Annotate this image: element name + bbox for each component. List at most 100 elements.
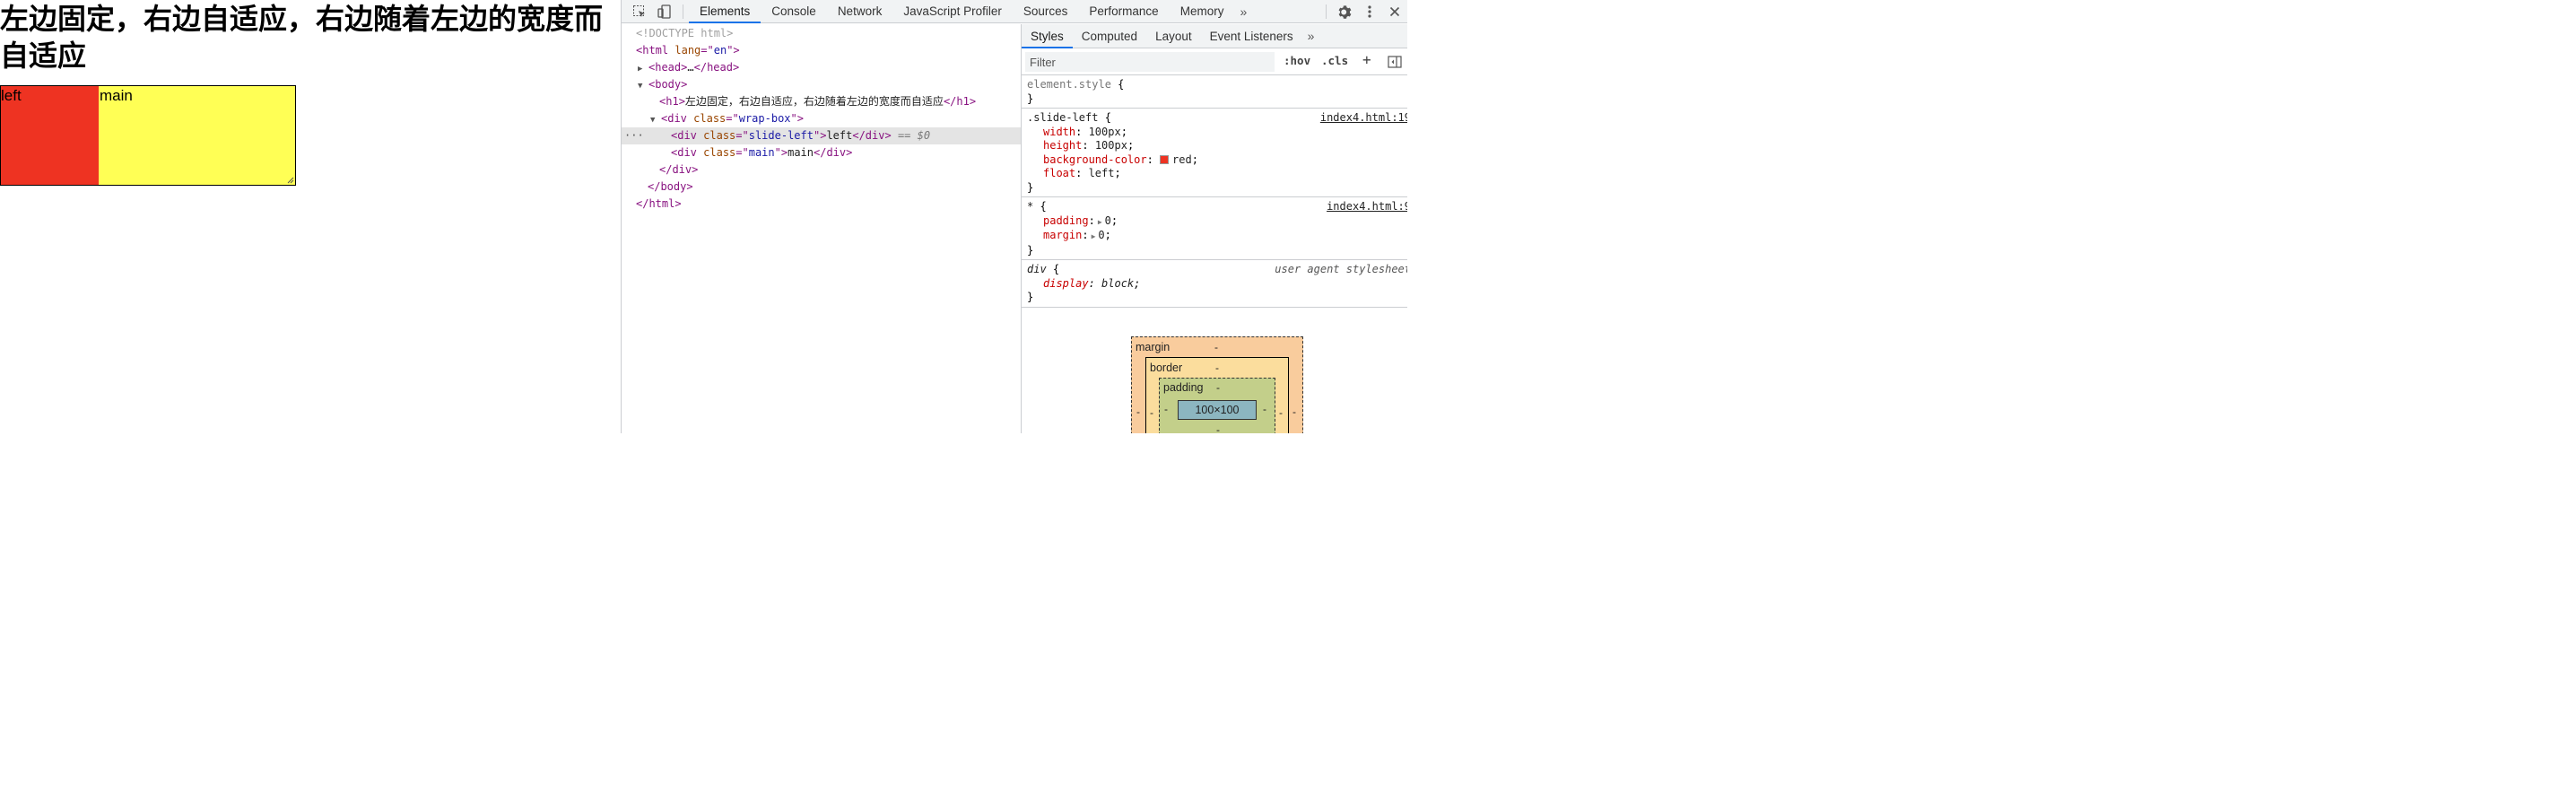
dom-line-doctype[interactable]: <!DOCTYPE html> bbox=[622, 25, 1021, 42]
rule-div-user-agent[interactable]: div { user agent stylesheet display: blo… bbox=[1022, 260, 1407, 308]
color-swatch-icon[interactable] bbox=[1160, 154, 1170, 164]
dom-line-div-close[interactable]: </div> bbox=[622, 161, 1021, 179]
new-rule-button[interactable]: + bbox=[1362, 51, 1371, 68]
dom-line-html[interactable]: <html lang="en"> bbox=[622, 42, 1021, 59]
toolbar-divider-right bbox=[1326, 4, 1327, 19]
wrap-class-value: wrap-box bbox=[738, 112, 791, 125]
rule-selector: element.style bbox=[1027, 78, 1111, 91]
tab-console[interactable]: Console bbox=[761, 0, 827, 23]
css-property[interactable]: background-color: red; bbox=[1027, 153, 1402, 168]
css-property[interactable]: width: 100px; bbox=[1027, 126, 1402, 140]
css-property[interactable]: margin: ▶ 0; bbox=[1027, 229, 1402, 244]
box-model-padding[interactable]: padding - - - - 100×100 bbox=[1159, 378, 1275, 433]
main-box: main bbox=[100, 87, 133, 104]
tab-event-listeners[interactable]: Event Listeners bbox=[1201, 24, 1302, 48]
tab-memory[interactable]: Memory bbox=[1170, 0, 1235, 23]
wrap-box: left main bbox=[0, 85, 296, 186]
slide-text: left bbox=[826, 129, 853, 142]
tab-sources[interactable]: Sources bbox=[1013, 0, 1079, 23]
expand-triangle-icon[interactable]: ▶ bbox=[1092, 232, 1096, 240]
tab-network[interactable]: Network bbox=[827, 0, 893, 23]
dom-line-html-close[interactable]: </html> bbox=[622, 196, 1021, 213]
div-tag: div bbox=[677, 129, 697, 142]
expand-triangle-icon[interactable]: ▶ bbox=[1098, 218, 1102, 226]
margin-label: margin bbox=[1136, 341, 1171, 353]
tab-computed[interactable]: Computed bbox=[1073, 24, 1146, 48]
dom-line-body[interactable]: ▼ <body> bbox=[622, 76, 1021, 93]
css-property[interactable]: float: left; bbox=[1027, 167, 1402, 181]
h1-close-tag: h1 bbox=[956, 95, 970, 108]
h1-text: 左边固定，右边自适应，右边随着左边的宽度而自适应 bbox=[684, 95, 944, 108]
rule-slide-left[interactable]: .slide-left { index4.html:19 width: 100p… bbox=[1022, 109, 1407, 197]
selected-marker: == $0 bbox=[897, 129, 931, 142]
page-heading: 左边固定，右边自适应，右边随着左边的宽度而自适应 bbox=[0, 2, 604, 73]
inspect-icon[interactable] bbox=[627, 0, 652, 23]
padding-top-value[interactable]: - bbox=[1216, 381, 1220, 394]
box-model-margin[interactable]: margin - - - border - - - padding - - - … bbox=[1131, 336, 1303, 433]
main-text: main bbox=[788, 146, 814, 159]
filter-row: :hov .cls + bbox=[1022, 48, 1407, 75]
more-tabs-button[interactable]: » bbox=[1234, 4, 1252, 19]
close-icon[interactable] bbox=[1382, 0, 1407, 23]
rule-source-link[interactable]: index4.html:19 bbox=[1320, 111, 1407, 126]
device-toggle-icon[interactable] bbox=[652, 0, 677, 23]
styles-pane: Styles Computed Layout Event Listeners »… bbox=[1021, 24, 1407, 433]
main-class-value: main bbox=[748, 146, 775, 159]
margin-top-value[interactable]: - bbox=[1214, 341, 1218, 353]
border-left-value[interactable]: - bbox=[1150, 406, 1153, 419]
dom-line-body-close[interactable]: </body> bbox=[622, 179, 1021, 196]
lang-attr: lang bbox=[674, 44, 701, 57]
gear-icon[interactable] bbox=[1332, 0, 1357, 23]
kebab-menu-icon[interactable] bbox=[1357, 0, 1382, 23]
rule-source-link[interactable]: index4.html:9 bbox=[1327, 200, 1407, 214]
tab-performance[interactable]: Performance bbox=[1078, 0, 1169, 23]
slide-class-value: slide-left bbox=[748, 129, 814, 142]
slide-left-box: left bbox=[1, 86, 99, 185]
page-preview: 左边固定，右边自适应，右边随着左边的宽度而自适应 left main bbox=[0, 0, 621, 433]
border-label: border bbox=[1150, 362, 1183, 374]
row-options-icon[interactable]: ··· bbox=[624, 127, 644, 144]
class-attr: class bbox=[703, 146, 736, 159]
cls-toggle[interactable]: .cls bbox=[1321, 54, 1348, 67]
h1-tag: h1 bbox=[666, 95, 679, 108]
dom-line-wrap-box[interactable]: ▼ <div class="wrap-box"> bbox=[622, 110, 1021, 127]
border-right-value[interactable]: - bbox=[1279, 406, 1283, 419]
body-close-tag: body bbox=[660, 180, 687, 193]
tab-elements[interactable]: Elements bbox=[689, 0, 761, 23]
margin-left-value[interactable]: - bbox=[1136, 405, 1140, 418]
padding-label: padding bbox=[1163, 381, 1204, 394]
dom-line-main[interactable]: <div class="main">main</div> bbox=[622, 144, 1021, 161]
resize-grip-icon[interactable] bbox=[287, 177, 294, 184]
dom-line-slide-left[interactable]: ··· <div class="slide-left">left</div> =… bbox=[622, 127, 1021, 144]
head-ellipsis: … bbox=[687, 61, 694, 74]
div-close-tag: div bbox=[865, 129, 885, 142]
devtools-window: Elements Console Network JavaScript Prof… bbox=[621, 0, 1407, 433]
dom-line-head[interactable]: ▶ <head>…</head> bbox=[622, 59, 1021, 76]
devtools-toolbar: Elements Console Network JavaScript Prof… bbox=[622, 0, 1407, 23]
rule-universal[interactable]: * { index4.html:9 padding: ▶ 0; margin: ▶ 0;… bbox=[1022, 197, 1407, 260]
tab-javascript-profiler[interactable]: JavaScript Profiler bbox=[892, 0, 1013, 23]
padding-bottom-value[interactable]: - bbox=[1216, 423, 1220, 433]
border-top-value[interactable]: - bbox=[1215, 362, 1219, 374]
class-attr: class bbox=[703, 129, 736, 142]
margin-right-value[interactable]: - bbox=[1292, 405, 1296, 418]
box-model-content[interactable]: 100×100 bbox=[1178, 400, 1257, 420]
more-sub-tabs-button[interactable]: » bbox=[1302, 29, 1320, 43]
div-close-tag: div bbox=[826, 146, 847, 159]
html-tag: html bbox=[642, 44, 669, 57]
css-property[interactable]: height: 100px; bbox=[1027, 139, 1402, 153]
html-close-tag: html bbox=[648, 197, 675, 210]
sidebar-toggle-icon[interactable] bbox=[1388, 55, 1402, 74]
tab-styles[interactable]: Styles bbox=[1022, 24, 1073, 48]
body-tag: body bbox=[655, 78, 682, 91]
padding-left-value[interactable]: - bbox=[1164, 403, 1168, 415]
padding-right-value[interactable]: - bbox=[1263, 403, 1266, 415]
css-property[interactable]: padding: ▶ 0; bbox=[1027, 214, 1402, 230]
tab-layout[interactable]: Layout bbox=[1146, 24, 1201, 48]
hov-toggle[interactable]: :hov bbox=[1284, 54, 1310, 67]
box-model-border[interactable]: border - - - padding - - - - 100×100 bbox=[1145, 357, 1289, 433]
filter-input[interactable] bbox=[1025, 52, 1275, 72]
doctype: <!DOCTYPE html> bbox=[636, 27, 734, 39]
rule-element-style[interactable]: element.style { } bbox=[1022, 75, 1407, 109]
dom-line-h1[interactable]: <h1>左边固定，右边自适应，右边随着左边的宽度而自适应</h1> bbox=[622, 93, 1021, 110]
